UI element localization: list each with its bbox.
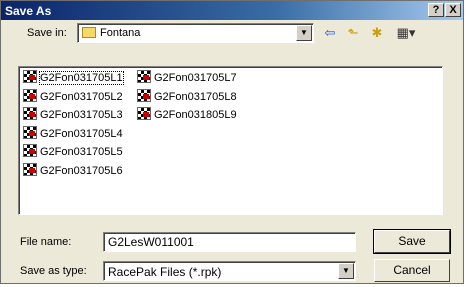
file-item-label: G2Fon031705L6	[40, 164, 123, 177]
save-as-type-value: RacePak Files (*.rpk)	[108, 265, 222, 279]
file-name-label: File name:	[20, 236, 72, 248]
racepak-file-icon	[137, 88, 151, 102]
dialog-title: Save As	[5, 4, 52, 18]
racepak-file-icon	[137, 70, 151, 83]
file-item-label: G2Fon031705L8	[154, 90, 237, 103]
racepak-file-icon	[23, 70, 37, 83]
file-item[interactable]: G2Fon031705L3	[23, 107, 123, 123]
file-item[interactable]: G2Fon031705L6	[23, 162, 123, 179]
file-item[interactable]: G2Fon031705L1	[23, 70, 124, 86]
racepak-file-icon	[23, 107, 37, 120]
file-item[interactable]: G2Fon031705L2	[23, 88, 123, 105]
save-as-dialog: Save As ? X Save in: Fontana ▼ ⇦ ⬑ ✱ ▦▾ …	[0, 0, 464, 284]
close-button[interactable]: X	[445, 3, 461, 17]
file-item[interactable]: G2Fon031705L4	[23, 125, 123, 142]
view-menu-icon[interactable]: ▦▾	[391, 23, 421, 43]
save-in-label: Save in:	[27, 27, 67, 39]
save-in-value: Fontana	[100, 27, 141, 39]
file-name-field[interactable]: G2LesW011001	[103, 232, 356, 252]
racepak-file-icon	[137, 107, 151, 120]
file-item[interactable]: G2Fon031805L9	[137, 107, 237, 123]
folder-icon	[82, 27, 96, 38]
chevron-down-icon[interactable]: ▼	[296, 25, 312, 41]
save-as-type-combo[interactable]: RacePak Files (*.rpk) ▼	[103, 261, 356, 281]
file-item-label: G2Fon031705L1	[39, 71, 124, 85]
file-item-label: G2Fon031805L9	[154, 109, 237, 121]
save-button[interactable]: Save	[373, 229, 451, 254]
file-item-label: G2Fon031705L7	[154, 72, 237, 84]
file-item-label: G2Fon031705L4	[40, 127, 123, 140]
racepak-file-icon	[23, 88, 37, 102]
file-item[interactable]: G2Fon031705L8	[137, 88, 237, 105]
file-item-label: G2Fon031705L3	[40, 109, 123, 121]
file-list[interactable]: G2Fon031705L1 G2Fon031705L2 G2Fon031705L3 G…	[18, 66, 443, 215]
file-item[interactable]: G2Fon031705L7	[137, 70, 237, 86]
title-bar[interactable]: Save As ? X	[1, 1, 463, 20]
save-in-combo[interactable]: Fontana ▼	[77, 23, 314, 43]
help-button[interactable]: ?	[428, 3, 444, 17]
back-arrow-icon[interactable]: ⇦	[319, 23, 341, 43]
file-item[interactable]: G2Fon031705L5	[23, 144, 123, 160]
racepak-file-icon	[23, 144, 37, 157]
chevron-down-icon[interactable]: ▼	[338, 263, 354, 279]
new-folder-icon[interactable]: ✱	[366, 23, 388, 43]
cancel-button[interactable]: Cancel	[374, 259, 450, 282]
racepak-file-icon	[23, 162, 37, 176]
file-item-label: G2Fon031705L2	[40, 90, 123, 103]
up-folder-icon[interactable]: ⬑	[342, 23, 364, 43]
save-as-type-label: Save as type:	[20, 265, 87, 277]
file-item-label: G2Fon031705L5	[40, 146, 123, 158]
racepak-file-icon	[23, 125, 37, 139]
